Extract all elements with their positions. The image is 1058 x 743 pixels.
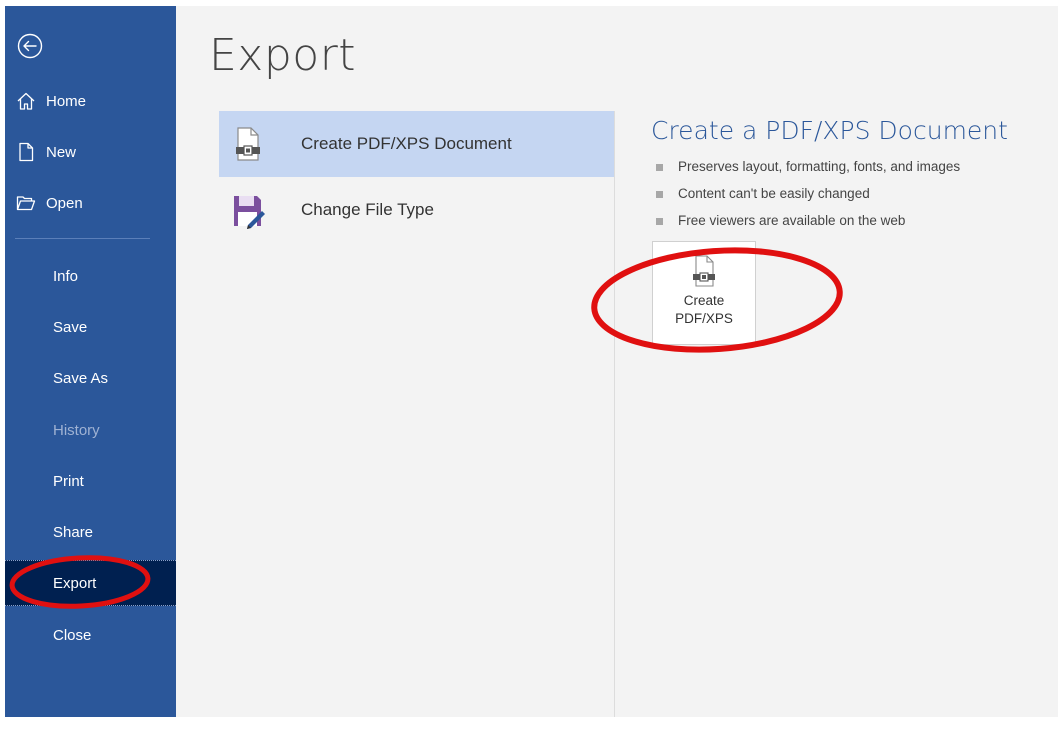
sidebar-item-label: New [46,143,77,161]
export-options-list: Create PDF/XPS Document Change File Type [219,111,614,243]
sidebar-item-history: History [5,407,176,453]
sidebar-item-save[interactable]: Save [5,304,176,350]
create-pdf-xps-button[interactable]: Create PDF/XPS [652,241,756,345]
pdf-document-icon [231,124,265,164]
back-arrow-icon [17,33,43,59]
detail-heading: Create a PDF/XPS Document [651,116,1008,145]
pane-divider [614,111,615,717]
sidebar-item-label: Save [53,318,88,336]
page-title: Export [209,30,357,81]
sidebar-item-open[interactable]: Open [5,180,176,226]
list-item: Content can't be easily changed [651,184,1051,211]
change-file-type-icon [231,190,265,230]
bullet-square-icon [656,191,663,198]
option-label: Change File Type [301,200,434,219]
sidebar-item-new[interactable]: New [5,129,176,175]
sidebar-item-label: Open [46,194,83,212]
sidebar-item-label: History [53,421,100,439]
pdf-document-icon [690,254,718,288]
option-create-pdf-xps[interactable]: Create PDF/XPS Document [219,111,614,177]
back-button[interactable] [15,31,45,61]
option-change-file-type[interactable]: Change File Type [219,177,614,243]
sidebar-item-label: Export [53,574,97,592]
sidebar-item-print[interactable]: Print [5,458,176,504]
open-folder-icon [15,192,37,214]
sidebar-item-info[interactable]: Info [5,253,176,299]
home-icon [15,90,37,112]
option-label: Create PDF/XPS Document [301,134,512,153]
sidebar-item-save-as[interactable]: Save As [5,355,176,401]
backstage-sidebar: Home New Open Info Save Save As History … [5,6,176,717]
sidebar-item-label: Close [53,626,92,644]
button-label-line2: PDF/XPS [675,311,733,326]
list-item: Preserves layout, formatting, fonts, and… [651,157,1051,184]
sidebar-item-close[interactable]: Close [5,612,176,658]
button-label-line1: Create [683,293,725,308]
sidebar-item-export[interactable]: Export [5,560,176,606]
detail-pane: Create a PDF/XPS Document Preserves layo… [651,116,1051,238]
sidebar-item-label: Share [53,523,94,541]
feature-list: Preserves layout, formatting, fonts, and… [651,157,1051,238]
sidebar-item-label: Save As [53,369,109,387]
list-item: Free viewers are available on the web [651,211,1051,238]
sidebar-item-label: Print [53,472,84,490]
bullet-square-icon [656,164,663,171]
sidebar-item-home[interactable]: Home [5,78,176,124]
sidebar-item-label: Info [53,267,79,285]
sidebar-divider [15,238,150,239]
new-document-icon [15,141,37,163]
sidebar-item-label: Home [46,92,87,110]
bullet-square-icon [656,218,663,225]
backstage-main: Export Create PDF/XPS Document Change Fi… [176,6,1058,717]
sidebar-item-share[interactable]: Share [5,509,176,555]
